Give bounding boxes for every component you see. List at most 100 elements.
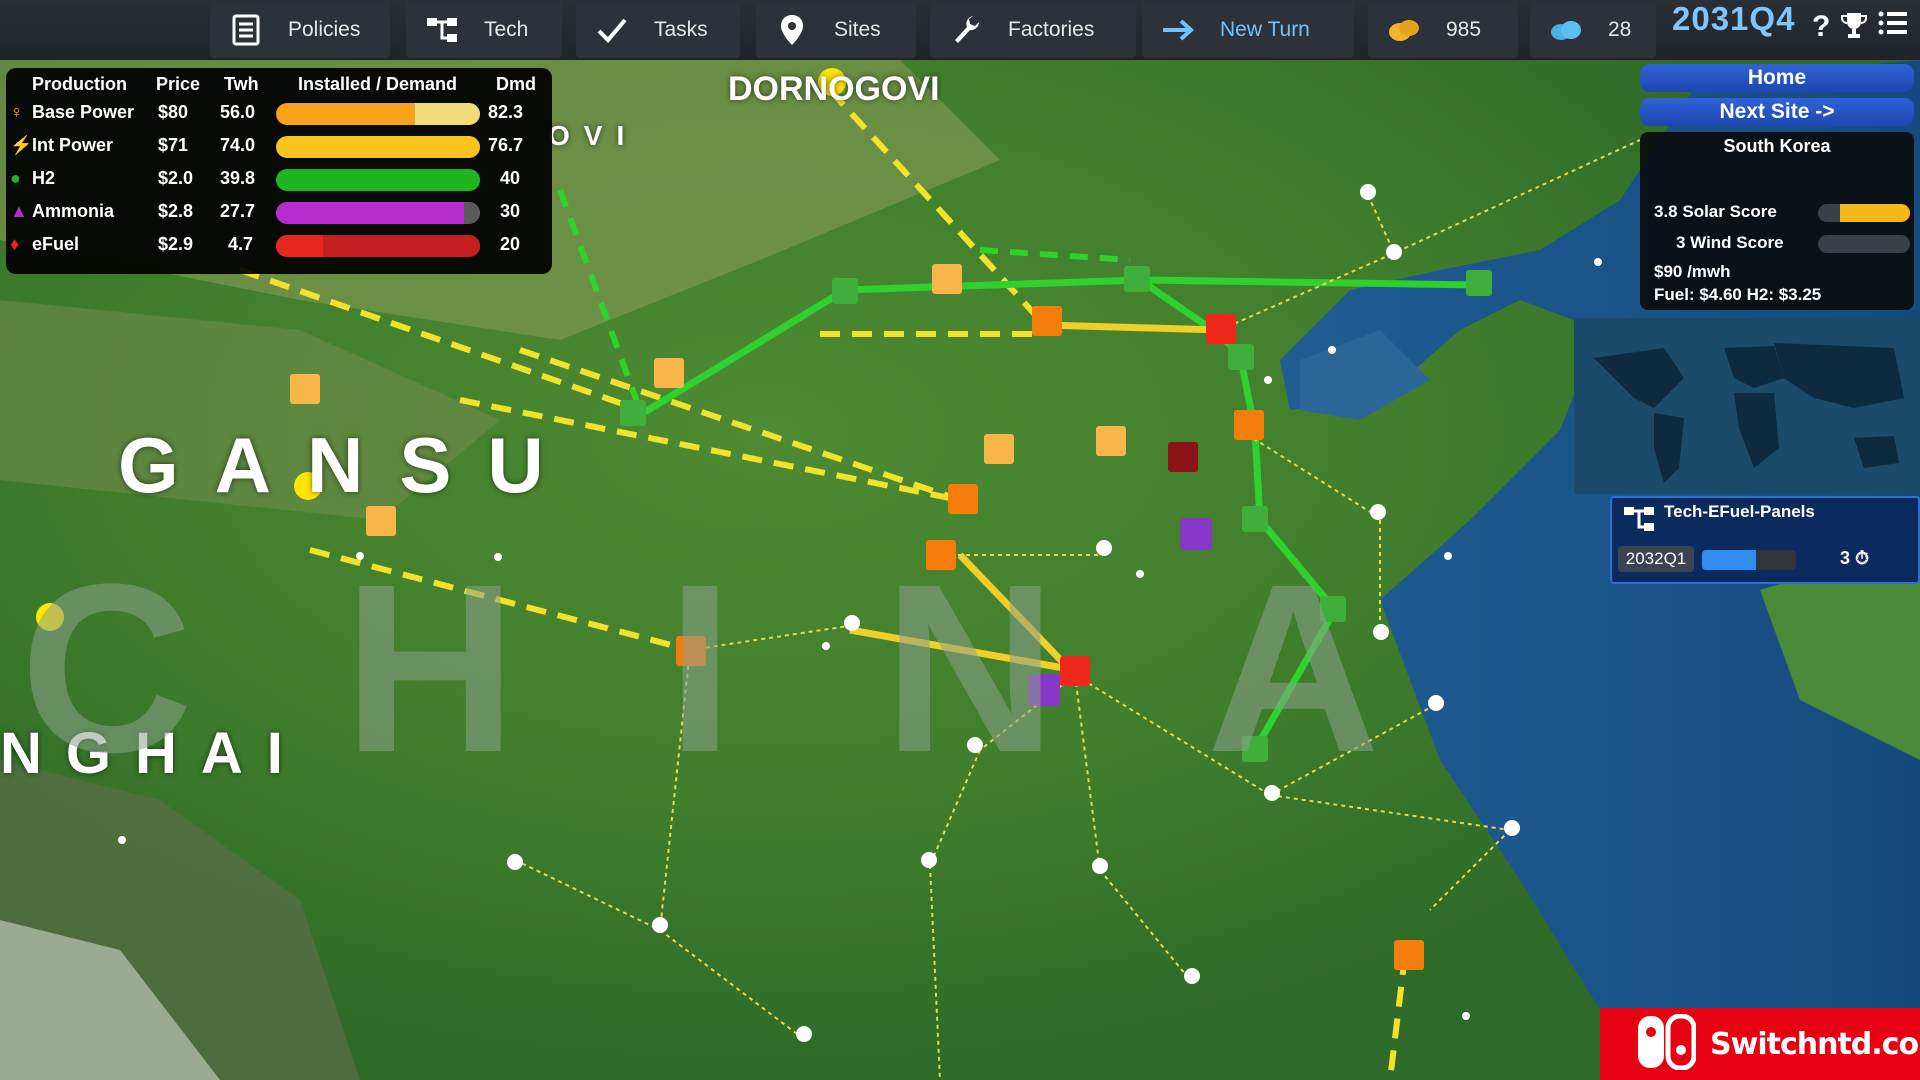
clipboard-icon	[226, 10, 266, 50]
new-turn-label: New Turn	[1220, 18, 1310, 41]
minimap[interactable]	[1574, 318, 1920, 494]
tech-tree-icon	[422, 10, 462, 50]
site-info-panel: South Korea 3.8 Solar Score 3 Wind Score…	[1640, 132, 1914, 310]
header-installed-demand: Installed / Demand	[298, 74, 458, 94]
row-twh: 4.7	[228, 234, 254, 254]
row-price: $71	[158, 135, 189, 155]
watermark-text: Switchntd.com	[1710, 1026, 1920, 1062]
demand-fill	[414, 103, 480, 125]
policies-label: Policies	[288, 18, 361, 41]
production-row-ammonia[interactable]: ▲ Ammonia $2.8 27.7 30	[6, 197, 552, 229]
timer-icon: ⏱	[1855, 548, 1870, 568]
row-dmd: 40	[500, 168, 521, 188]
research-progress-bar	[1702, 550, 1796, 570]
row-twh: 56.0	[220, 102, 256, 122]
country-name: South Korea	[1723, 136, 1831, 156]
lightning-icon: ⚡	[10, 135, 33, 155]
demand-fill	[322, 235, 480, 257]
row-twh: 39.8	[220, 168, 256, 188]
turns-value: 3	[1840, 548, 1851, 568]
cloud-icon	[1546, 10, 1586, 50]
top-toolbar: Policies Tech Tasks Sites Factories New …	[0, 0, 1920, 60]
trophy-icon[interactable]	[1840, 10, 1868, 48]
turn-date: 2031Q4	[1672, 0, 1796, 37]
installed-demand-bar	[276, 103, 480, 125]
solar-score: 3.8 Solar Score	[1654, 202, 1777, 221]
base-power-icon: ♀	[10, 102, 24, 122]
region-label-dornogovi: DORNOGOVI	[728, 70, 940, 108]
research-completion-date: 2032Q1	[1618, 546, 1694, 572]
installed-demand-bar	[276, 136, 480, 158]
header-twh: Twh	[224, 74, 259, 94]
map-pin-icon	[772, 10, 812, 50]
installed-fill	[276, 103, 415, 125]
research-progress-fill	[1702, 550, 1756, 570]
row-twh: 74.0	[220, 135, 256, 155]
site-price: $90 /mwh	[1654, 262, 1731, 281]
factories-button[interactable]: Factories	[930, 2, 1136, 58]
production-row-h2[interactable]: ● H2 $2.0 39.8 40	[6, 164, 552, 196]
ammonia-flask-icon: ▲	[10, 201, 28, 221]
header-price: Price	[156, 74, 201, 94]
country-label-china: CHINA	[20, 534, 1530, 802]
research-turns-left: 3 ⏱	[1840, 548, 1869, 569]
help-icon[interactable]: ?	[1812, 10, 1830, 48]
row-price: $2.9	[158, 234, 194, 254]
sites-label: Sites	[834, 18, 881, 41]
installed-demand-bar	[276, 202, 480, 224]
solar-score-bar	[1818, 204, 1910, 222]
new-turn-button[interactable]: New Turn	[1142, 2, 1354, 58]
flame-icon: ♦	[10, 234, 20, 254]
factories-label: Factories	[1008, 18, 1095, 41]
tech-button[interactable]: Tech	[406, 2, 562, 58]
header-production: Production	[32, 74, 127, 94]
tech-label: Tech	[484, 18, 529, 41]
production-panel: Production Price Twh Installed / Demand …	[6, 68, 552, 274]
installed-fill	[276, 202, 464, 224]
menu-icon[interactable]	[1878, 10, 1908, 48]
header-dmd: Dmd	[496, 74, 536, 94]
switch-logo-icon	[1636, 1013, 1697, 1075]
production-row-base-power[interactable]: ♀ Base Power $80 56.0 82.3	[6, 98, 552, 130]
research-progress-panel[interactable]: Tech-EFuel-Panels 2032Q1 3 ⏱	[1610, 496, 1920, 584]
carbon-display: 28	[1530, 2, 1656, 58]
sites-button[interactable]: Sites	[756, 2, 916, 58]
row-price: $80	[158, 102, 189, 122]
carbon-value: 28	[1608, 18, 1632, 41]
row-name: Ammonia	[32, 201, 115, 221]
money-value: 985	[1446, 18, 1482, 41]
row-dmd: 76.7	[488, 135, 524, 155]
wrench-icon	[946, 10, 986, 50]
site-fuel-prices: Fuel: $4.60 H2: $3.25	[1654, 285, 1822, 304]
installed-fill	[276, 169, 480, 191]
production-row-efuel[interactable]: ♦ eFuel $2.9 4.7 20	[6, 230, 552, 262]
row-name: Int Power	[32, 135, 114, 155]
watermark: Switchntd.com	[1600, 1008, 1920, 1080]
wind-score: 3 Wind Score	[1676, 233, 1784, 252]
row-twh: 27.7	[220, 201, 256, 221]
top-right-icons: ?	[1812, 10, 1908, 48]
home-button[interactable]: Home	[1640, 64, 1914, 92]
row-name: H2	[32, 168, 56, 188]
row-dmd: 82.3	[488, 102, 524, 122]
research-name: Tech-EFuel-Panels	[1664, 502, 1815, 521]
row-dmd: 30	[500, 201, 521, 221]
row-name: eFuel	[32, 234, 80, 254]
next-site-button[interactable]: Next Site ->	[1640, 98, 1914, 126]
h2-drop-icon: ●	[10, 168, 21, 188]
installed-fill	[276, 235, 323, 257]
tasks-label: Tasks	[654, 18, 708, 41]
row-price: $2.8	[158, 201, 194, 221]
wind-score-bar	[1818, 235, 1910, 253]
production-row-int-power[interactable]: ⚡ Int Power $71 74.0 76.7	[6, 131, 552, 163]
arrow-right-icon	[1158, 10, 1198, 50]
tasks-button[interactable]: Tasks	[576, 2, 740, 58]
coins-icon	[1384, 10, 1424, 50]
demand-fill	[463, 202, 480, 224]
tech-tree-icon	[1622, 504, 1656, 539]
row-price: $2.0	[158, 168, 194, 188]
money-display: 985	[1368, 2, 1518, 58]
policies-button[interactable]: Policies	[210, 2, 390, 58]
installed-demand-bar	[276, 235, 480, 257]
installed-demand-bar	[276, 169, 480, 191]
